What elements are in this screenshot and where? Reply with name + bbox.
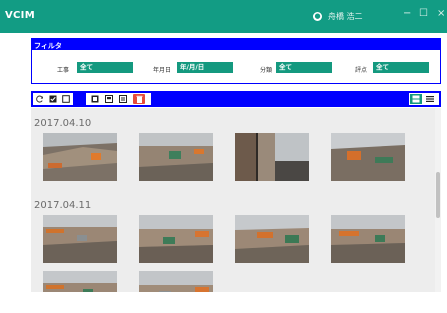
photo-thumbnail[interactable]	[139, 271, 213, 292]
photo-thumbnail[interactable]	[139, 215, 213, 263]
close-button[interactable]: ×	[437, 8, 445, 19]
photo-thumbnail[interactable]	[235, 133, 309, 181]
selection-group	[33, 93, 73, 105]
gallery-scrollbar[interactable]	[435, 108, 441, 292]
photo-thumbnail[interactable]	[331, 215, 405, 263]
maximize-button[interactable]: ☐	[419, 8, 428, 19]
window-footer	[0, 292, 447, 313]
app-title: VCIM	[5, 10, 35, 21]
filter-select-category[interactable]: 全て	[276, 62, 332, 73]
layout-group	[409, 93, 439, 105]
check-all-icon[interactable]	[48, 94, 58, 104]
filter-label-category: 分類	[260, 67, 273, 74]
filter-select-rating[interactable]: 全て	[373, 62, 429, 73]
filter-label-rating: 評点	[355, 67, 368, 74]
user-icon[interactable]: ●	[313, 12, 322, 21]
filter-date-input[interactable]: 年/月/日	[177, 62, 233, 73]
grid-view-icon[interactable]	[410, 94, 422, 104]
title-bar: VCIM ● 舟橋 浩二 − ☐ ×	[0, 0, 447, 33]
refresh-icon[interactable]	[35, 94, 45, 104]
filter-label-date: 年月日	[153, 67, 172, 74]
photo-thumbnail[interactable]	[331, 133, 405, 181]
photo-thumbnail[interactable]	[235, 215, 309, 263]
list-view-icon[interactable]	[425, 94, 435, 104]
filter-label-construction: 工事	[57, 67, 70, 74]
view-photo-icon[interactable]	[90, 94, 100, 104]
toolbar	[31, 91, 441, 107]
view-comment-icon[interactable]	[104, 94, 114, 104]
uncheck-icon[interactable]	[61, 94, 71, 104]
photo-thumbnail[interactable]	[139, 133, 213, 181]
minimize-button[interactable]: −	[403, 8, 411, 19]
scrollbar-thumb[interactable]	[436, 172, 440, 218]
photo-thumbnail[interactable]	[43, 133, 117, 181]
date-heading: 2017.04.10	[34, 118, 92, 129]
view-detail-icon[interactable]	[118, 94, 128, 104]
date-heading: 2017.04.11	[34, 200, 92, 211]
photo-gallery: 2017.04.10 2017.04.11	[31, 108, 436, 292]
user-name[interactable]: 舟橋 浩二	[328, 11, 363, 22]
view-group	[86, 93, 151, 105]
filter-select-construction[interactable]: 全て	[77, 62, 133, 73]
photo-thumbnail[interactable]	[43, 271, 117, 292]
delete-icon[interactable]	[133, 94, 145, 104]
filter-panel: フィルタ 工事 全て 年月日 年/月/日 分類 全て 評点 全て	[31, 38, 441, 84]
filter-fields: 工事 全て 年月日 年/月/日 分類 全て 評点 全て	[32, 50, 440, 83]
photo-thumbnail[interactable]	[43, 215, 117, 263]
